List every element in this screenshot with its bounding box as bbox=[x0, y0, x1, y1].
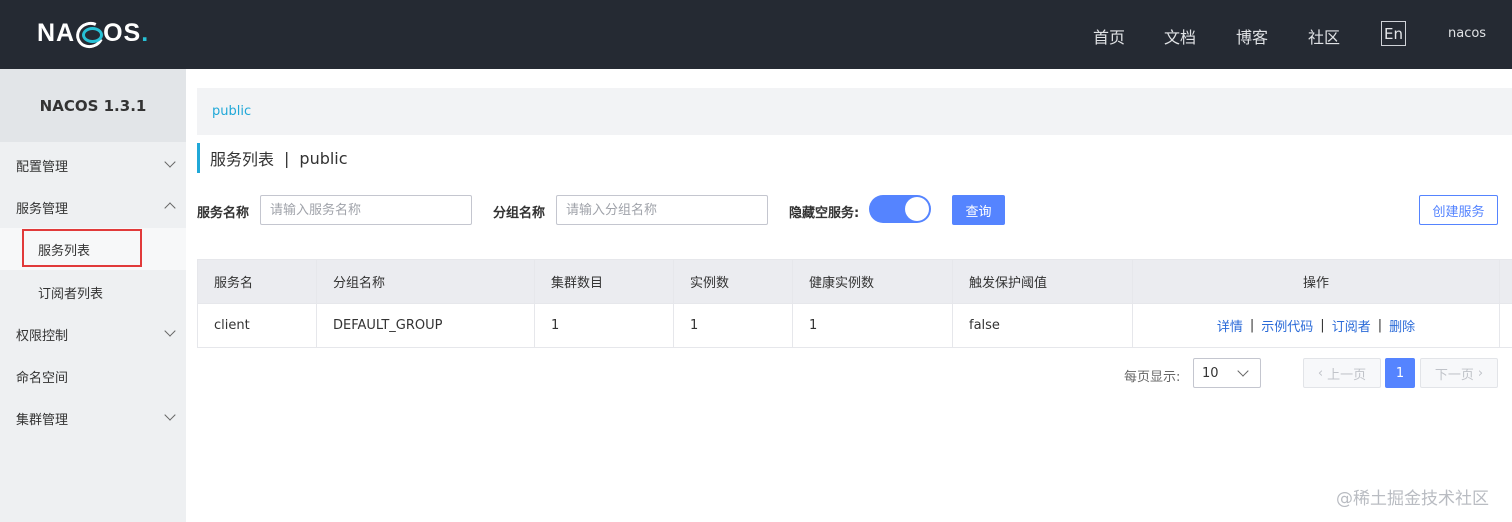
cell-group-name: DEFAULT_GROUP bbox=[317, 304, 535, 347]
next-page-button[interactable]: 下一页 › bbox=[1420, 358, 1498, 388]
nav-community[interactable]: 社区 bbox=[1308, 24, 1340, 48]
nav-docs[interactable]: 文档 bbox=[1164, 24, 1196, 48]
logo-text: NA OS. bbox=[37, 18, 150, 47]
nav-home[interactable]: 首页 bbox=[1093, 24, 1125, 48]
column-header-cluster-count: 集群数目 bbox=[535, 260, 674, 303]
service-name-label: 服务名称 bbox=[197, 206, 250, 221]
page-size-select[interactable]: 10 bbox=[1193, 358, 1261, 388]
page-number-1[interactable]: 1 bbox=[1385, 358, 1415, 388]
toggle-knob bbox=[905, 197, 929, 221]
sidebar-item-access-control[interactable]: 权限控制 bbox=[0, 315, 186, 353]
chevron-left-icon: ‹ bbox=[1317, 365, 1324, 381]
namespace-tab-public[interactable]: public bbox=[212, 104, 251, 119]
column-header-instance-count: 实例数 bbox=[674, 260, 793, 303]
prev-page-label: 上一页 bbox=[1327, 367, 1367, 383]
column-header-operations: 操作 bbox=[1133, 260, 1500, 303]
page-title-block: 服务列表 | public bbox=[197, 143, 348, 173]
language-switch-button[interactable]: En bbox=[1381, 21, 1406, 46]
service-table: 服务名 分组名称 集群数目 实例数 健康实例数 触发保护阈值 操作 client… bbox=[197, 259, 1512, 348]
column-header-threshold: 触发保护阈值 bbox=[953, 260, 1133, 303]
nav-blog[interactable]: 博客 bbox=[1236, 24, 1268, 48]
subscribers-link[interactable]: 订阅者 bbox=[1332, 316, 1371, 335]
column-header-group-name: 分组名称 bbox=[317, 260, 535, 303]
sidebar-item-label: 服务管理 bbox=[16, 201, 69, 217]
details-link[interactable]: 详情 bbox=[1217, 316, 1243, 335]
sidebar-item-service-management[interactable]: 服务管理 bbox=[0, 188, 186, 226]
chevron-down-icon bbox=[164, 156, 176, 168]
hide-empty-toggle[interactable] bbox=[869, 195, 931, 223]
cell-healthy-count: 1 bbox=[793, 304, 953, 347]
chevron-up-icon bbox=[164, 202, 176, 214]
column-header-healthy-count: 健康实例数 bbox=[793, 260, 953, 303]
sidebar-item-label: 集群管理 bbox=[16, 412, 69, 428]
sidebar-item-label: 权限控制 bbox=[16, 328, 69, 344]
nacos-logo[interactable]: NA OS. bbox=[37, 19, 149, 47]
chevron-down-icon bbox=[164, 325, 176, 337]
cell-cluster-count: 1 bbox=[535, 304, 674, 347]
service-name-input[interactable] bbox=[260, 195, 472, 225]
sidebar-version-title: NACOS 1.3.1 bbox=[0, 69, 186, 142]
title-separator: | bbox=[284, 148, 290, 168]
group-name-input[interactable] bbox=[556, 195, 768, 225]
top-header: NA OS. 首页 文档 博客 社区 En nacos bbox=[0, 0, 1512, 69]
title-accent-bar bbox=[197, 143, 200, 173]
namespace-bar: public bbox=[197, 88, 1512, 135]
chevron-right-icon: › bbox=[1477, 365, 1484, 381]
cell-threshold: false bbox=[953, 304, 1133, 347]
ops-separator: | bbox=[1249, 318, 1255, 333]
sidebar-item-config-management[interactable]: 配置管理 bbox=[0, 146, 186, 184]
column-header-service-name: 服务名 bbox=[198, 260, 317, 303]
sidebar-item-cluster-management[interactable]: 集群管理 bbox=[0, 399, 186, 437]
table-header-row: 服务名 分组名称 集群数目 实例数 健康实例数 触发保护阈值 操作 bbox=[198, 260, 1512, 304]
create-service-button[interactable]: 创建服务 bbox=[1419, 195, 1498, 225]
watermark-text: @稀土掘金技术社区 bbox=[1336, 489, 1489, 509]
next-page-label: 下一页 bbox=[1434, 367, 1474, 383]
sidebar-item-label: 配置管理 bbox=[16, 159, 69, 175]
chevron-down-icon bbox=[164, 409, 176, 421]
prev-page-button[interactable]: ‹ 上一页 bbox=[1303, 358, 1381, 388]
hide-empty-label: 隐藏空服务: bbox=[789, 206, 860, 221]
group-name-label: 分组名称 bbox=[493, 206, 546, 221]
cell-service-name: client bbox=[198, 304, 317, 347]
page-title-namespace: public bbox=[299, 148, 348, 168]
table-row: client DEFAULT_GROUP 1 1 1 false 详情 | 示例… bbox=[198, 304, 1512, 348]
ops-separator: | bbox=[1320, 318, 1325, 333]
sidebar-item-label: 命名空间 bbox=[16, 370, 69, 386]
ops-separator: | bbox=[1377, 318, 1383, 333]
page-size-label: 每页显示: bbox=[1124, 370, 1181, 385]
highlight-annotation-box bbox=[22, 229, 142, 267]
sidebar-item-label: 订阅者列表 bbox=[38, 286, 104, 302]
page-size-value: 10 bbox=[1202, 365, 1219, 381]
chevron-down-icon bbox=[1237, 365, 1249, 377]
sidebar-item-subscriber-list[interactable]: 订阅者列表 bbox=[0, 271, 186, 313]
user-name[interactable]: nacos bbox=[1448, 26, 1486, 41]
sidebar-item-namespace[interactable]: 命名空间 bbox=[0, 357, 186, 395]
cell-operations: 详情 | 示例代码 | 订阅者 | 删除 bbox=[1133, 304, 1500, 347]
cell-instance-count: 1 bbox=[674, 304, 793, 347]
delete-link[interactable]: 删除 bbox=[1389, 316, 1415, 335]
sample-code-link[interactable]: 示例代码 bbox=[1261, 316, 1313, 335]
query-button[interactable]: 查询 bbox=[952, 195, 1005, 225]
page-title: 服务列表 bbox=[210, 150, 275, 169]
